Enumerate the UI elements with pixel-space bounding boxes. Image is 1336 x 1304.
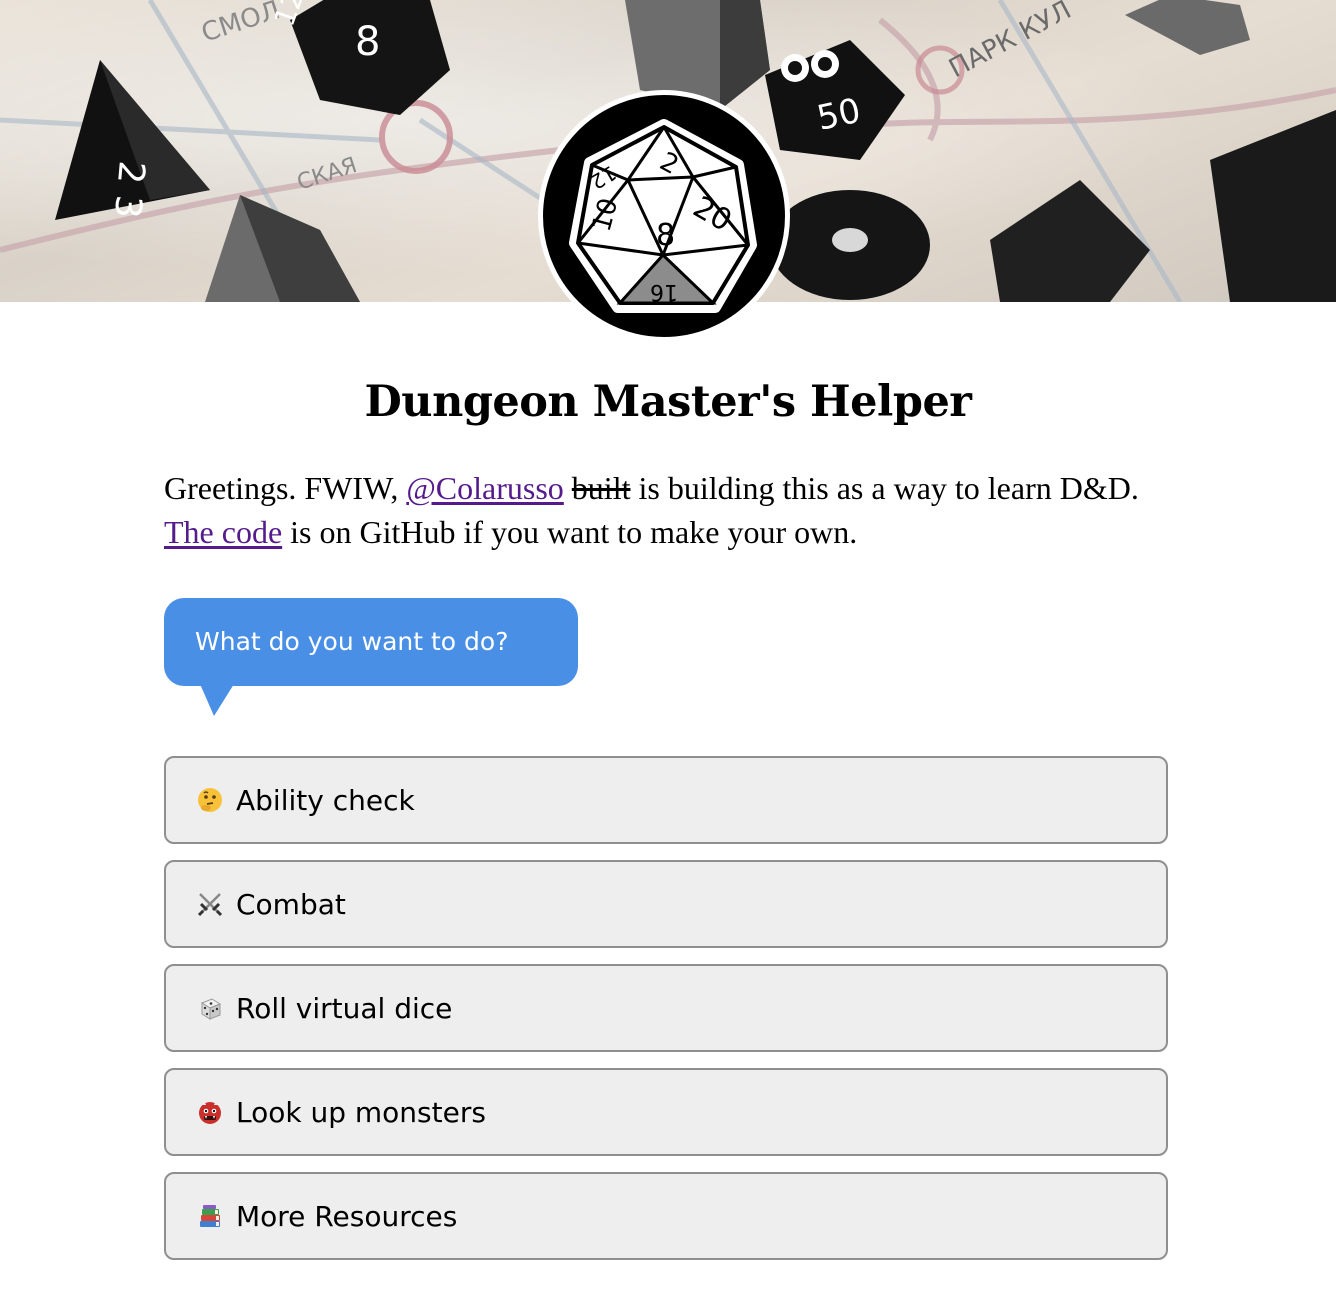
struck-word: built bbox=[571, 470, 631, 506]
option-label: More Resources bbox=[236, 1199, 458, 1233]
author-link[interactable]: @Colarusso bbox=[406, 470, 563, 506]
combat-button[interactable]: Combat bbox=[164, 860, 1168, 948]
options-list: Ability check Combat Roll virtual dice L… bbox=[164, 756, 1168, 1276]
books-icon bbox=[196, 1202, 224, 1230]
option-label: Combat bbox=[236, 887, 346, 921]
option-label: Roll virtual dice bbox=[236, 991, 453, 1025]
ability-check-button[interactable]: Ability check bbox=[164, 756, 1168, 844]
crossed-swords-icon bbox=[196, 890, 224, 918]
svg-text:СКАЯ: СКАЯ bbox=[294, 153, 360, 196]
svg-text:8: 8 bbox=[355, 19, 380, 65]
prompt-bubble: What do you want to do? bbox=[164, 598, 578, 686]
code-link[interactable]: The code bbox=[164, 514, 282, 550]
thinking-face-icon bbox=[196, 786, 224, 814]
intro-greeting: Greetings. FWIW, bbox=[164, 470, 399, 506]
option-label: Ability check bbox=[236, 783, 415, 817]
intro-paragraph: Greetings. FWIW, @Colarusso built is bui… bbox=[164, 466, 1164, 554]
more-resources-button[interactable]: More Resources bbox=[164, 1172, 1168, 1260]
svg-text:16: 16 bbox=[650, 279, 678, 304]
ogre-icon bbox=[196, 1098, 224, 1126]
look-up-monsters-button[interactable]: Look up monsters bbox=[164, 1068, 1168, 1156]
page-title: Dungeon Master's Helper bbox=[364, 377, 972, 427]
intro-middle: is building this as a way to learn D&D. bbox=[638, 470, 1139, 506]
roll-dice-button[interactable]: Roll virtual dice bbox=[164, 964, 1168, 1052]
prompt-bubble-tail bbox=[200, 684, 234, 716]
d20-logo: 2 20 8 10 12 16 bbox=[538, 90, 790, 342]
svg-text:2 3: 2 3 bbox=[106, 159, 152, 220]
svg-text:8: 8 bbox=[656, 218, 675, 253]
dice-icon bbox=[196, 994, 224, 1022]
option-label: Look up monsters bbox=[236, 1095, 486, 1129]
intro-end: is on GitHub if you want to make your ow… bbox=[290, 514, 858, 550]
d20-icon: 2 20 8 10 12 16 bbox=[569, 119, 757, 313]
